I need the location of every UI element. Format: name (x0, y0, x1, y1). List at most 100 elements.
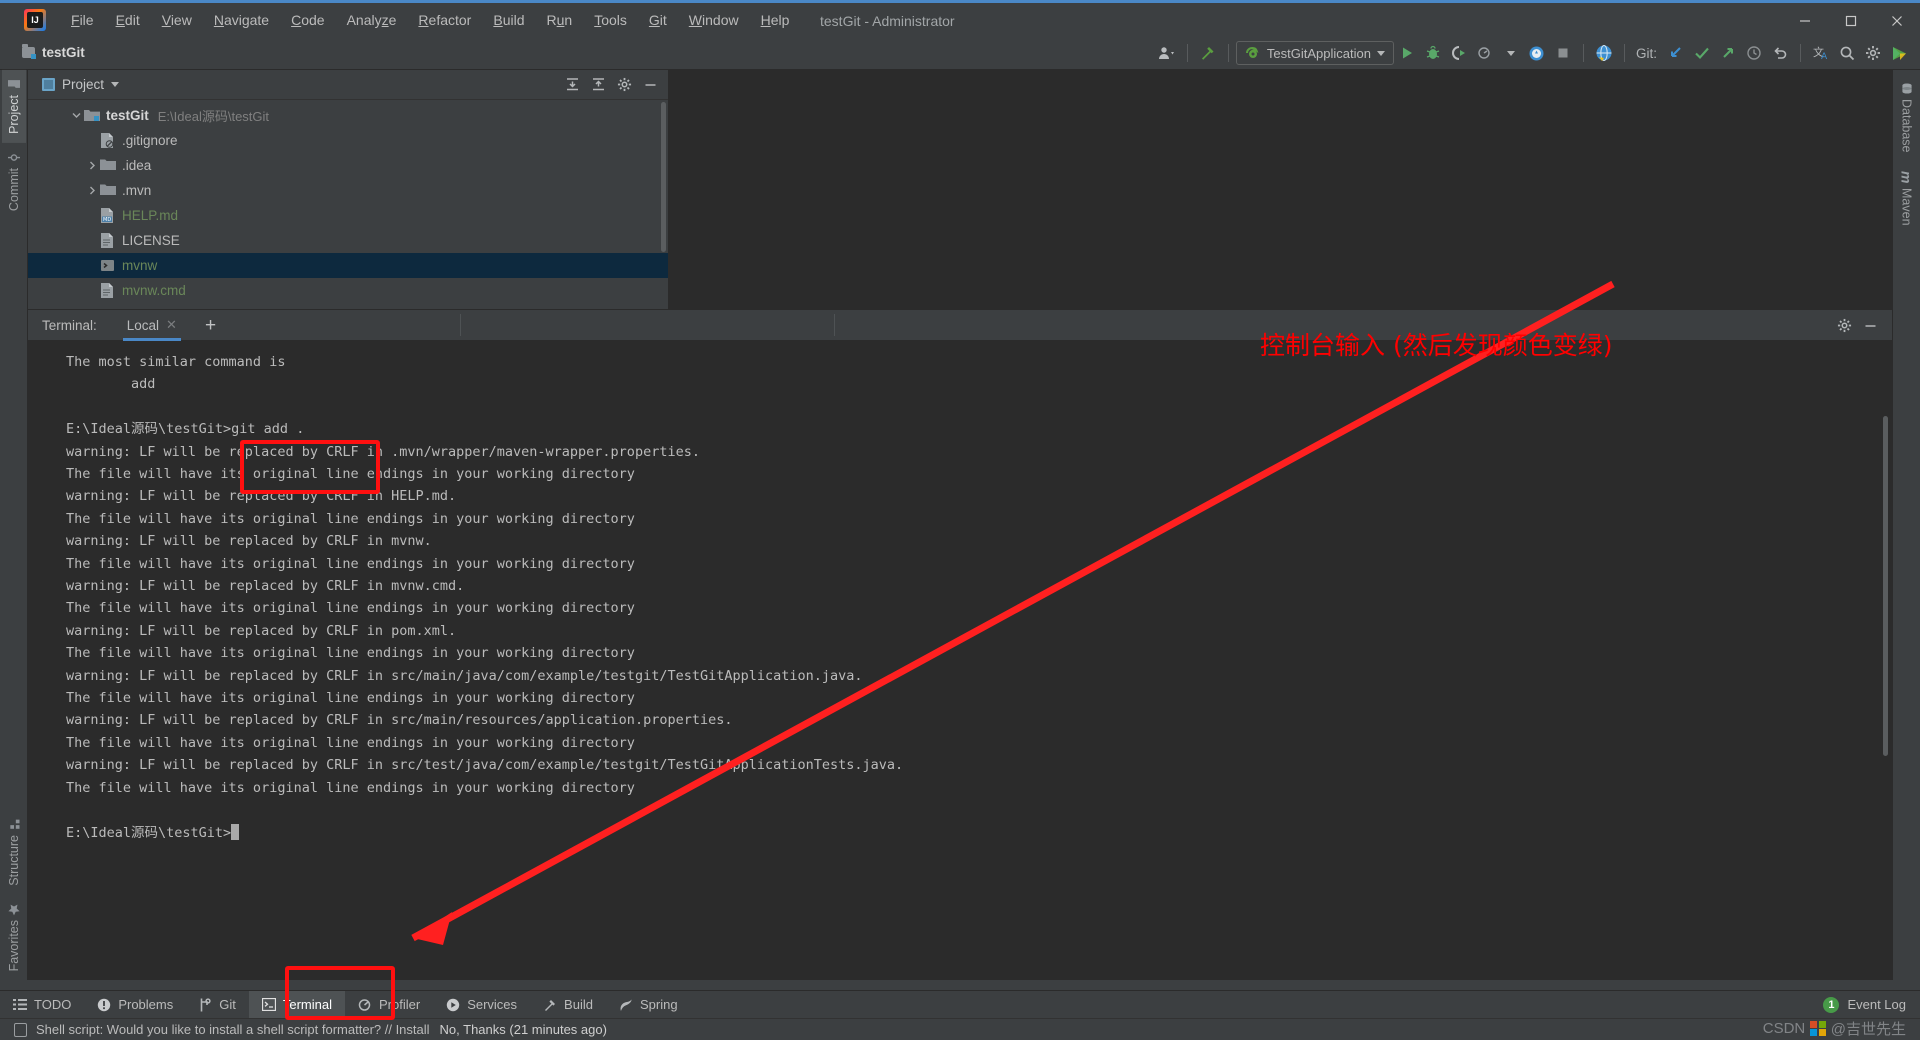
project-panel-tools (560, 73, 662, 97)
profile-dropdown-icon[interactable] (1498, 40, 1524, 66)
scrollbar-thumb[interactable] (1883, 416, 1888, 756)
run-configuration-selector[interactable]: TestGitApplication (1235, 41, 1394, 65)
bottom-tab-build[interactable]: Build (530, 991, 606, 1019)
close-icon[interactable]: ✕ (166, 317, 177, 333)
build-hammer-icon[interactable] (1195, 40, 1221, 66)
shell-script-icon (100, 258, 116, 274)
run-with-coverage-icon[interactable] (1446, 40, 1472, 66)
bottom-tab-services[interactable]: Services (433, 991, 530, 1019)
settings-gear-icon[interactable] (1832, 313, 1856, 337)
translate-icon[interactable]: 文A (1808, 40, 1834, 66)
menu-run[interactable]: Run (536, 7, 584, 33)
sidebar-item-project[interactable]: Project (1, 70, 26, 143)
sidebar-item-favorites[interactable]: Favorites (2, 895, 26, 980)
minimize-button[interactable] (1782, 3, 1828, 39)
menu-edit[interactable]: Edit (105, 7, 151, 33)
close-button[interactable] (1874, 3, 1920, 39)
hide-minimize-icon[interactable] (1858, 313, 1882, 337)
tree-node-mvnw-cmd[interactable]: mvnw.cmd (28, 278, 668, 303)
search-everywhere-globe-icon[interactable] (1591, 40, 1617, 66)
tree-node-idea[interactable]: .idea (28, 153, 668, 178)
menu-file[interactable]: FFileile (60, 7, 105, 33)
bottom-tab-terminal[interactable]: Terminal (248, 990, 345, 1019)
twisty-expanded-icon[interactable] (68, 111, 84, 120)
tree-label: HELP.md (122, 208, 179, 223)
favorites-star-icon (7, 903, 20, 915)
tree-node-mvn[interactable]: .mvn (28, 178, 668, 203)
event-log-label[interactable]: Event Log (1847, 997, 1906, 1012)
git-branch-icon (200, 997, 211, 1011)
bottom-tab-git[interactable]: Git (186, 991, 249, 1019)
tree-node-gitignore[interactable]: .gitignore (28, 128, 668, 153)
git-history-icon[interactable] (1741, 40, 1767, 66)
search-icon[interactable] (1834, 40, 1860, 66)
maximize-button[interactable] (1828, 3, 1874, 39)
tree-node-license[interactable]: LICENSE (28, 228, 668, 253)
user-settings-icon[interactable] (1154, 40, 1180, 66)
menu-window[interactable]: Window (678, 7, 750, 33)
profile-icon[interactable] (1472, 40, 1498, 66)
terminal-scrollbar[interactable] (1881, 416, 1890, 756)
menu-tools[interactable]: Tools (583, 7, 638, 33)
bottom-tab-problems[interactable]: Problems (84, 991, 186, 1019)
tree-node-help-md[interactable]: MD HELP.md (28, 203, 668, 228)
menu-view[interactable]: View (151, 7, 203, 33)
terminal-output[interactable]: The most similar command is add E:\Ideal… (28, 341, 1892, 980)
sidebar-item-favorites-label: Favorites (6, 919, 21, 971)
git-rollback-icon[interactable] (1767, 40, 1793, 66)
project-tree-scrollbar[interactable] (659, 100, 668, 309)
sidebar-item-maven[interactable]: m Maven (1894, 162, 1920, 235)
menu-help[interactable]: Help (750, 7, 801, 33)
menu-bar: FFileile Edit View Navigate Code Analyze… (60, 7, 800, 33)
twisty-collapsed-icon[interactable] (84, 186, 100, 195)
git-toolbar-label: Git: (1635, 45, 1657, 61)
sidebar-item-database[interactable]: Database (1895, 74, 1919, 162)
attach-debugger-icon[interactable] (1524, 40, 1550, 66)
terminal-prompt-text: E:\Ideal源码\testGit> (66, 824, 232, 841)
project-tree[interactable]: testGit E:\Ideal源码\testGit .gitignore .i… (28, 100, 668, 309)
terminal-tab-local[interactable]: Local ✕ (122, 310, 182, 341)
terminal-window-label: Terminal: (42, 317, 97, 333)
plugin-icon[interactable] (1886, 40, 1912, 66)
git-push-icon[interactable] (1715, 40, 1741, 66)
add-terminal-tab-button[interactable]: + (199, 316, 222, 335)
run-icon[interactable] (1394, 40, 1420, 66)
git-update-icon[interactable] (1663, 40, 1689, 66)
twisty-collapsed-icon[interactable] (84, 161, 100, 170)
menu-code[interactable]: Code (280, 7, 335, 33)
toolbar-divider-5 (1800, 44, 1801, 62)
sidebar-item-structure[interactable]: Structure (2, 810, 26, 895)
menu-build[interactable]: Build (482, 7, 535, 33)
project-tool-window: Project testGit E:\Ideal源码\testGit .giti… (28, 70, 668, 309)
expand-all-icon[interactable] (560, 73, 584, 97)
settings-gear-icon[interactable] (612, 73, 636, 97)
git-commit-icon[interactable] (1689, 40, 1715, 66)
toolbar-project-crumb[interactable]: testGit (22, 44, 85, 60)
debug-icon[interactable] (1420, 40, 1446, 66)
collapse-all-icon[interactable] (586, 73, 610, 97)
menu-analyze[interactable]: Analyze (336, 7, 408, 33)
hide-minimize-icon[interactable] (638, 73, 662, 97)
left-rail-bottom-group: Structure Favorites (2, 810, 26, 980)
menu-navigate[interactable]: Navigate (203, 7, 280, 33)
bottom-tab-label: Git (219, 997, 236, 1012)
build-hammer-icon (545, 999, 556, 1011)
toolbar-divider-4 (1623, 44, 1625, 62)
gitignore-file-icon (100, 132, 116, 149)
bottom-tab-profiler[interactable]: Profiler (345, 991, 433, 1019)
stop-icon[interactable] (1550, 40, 1576, 66)
scrollbar-thumb[interactable] (661, 102, 666, 252)
project-panel-title-group[interactable]: Project (42, 77, 120, 92)
bottom-tab-todo[interactable]: TODO (0, 991, 84, 1019)
tree-node-testgit[interactable]: testGit E:\Ideal源码\testGit (28, 103, 668, 128)
settings-gear-icon[interactable] (1860, 40, 1886, 66)
status-action-link[interactable]: No, Thanks (21 minutes ago) (440, 1022, 607, 1037)
menu-git[interactable]: Git (638, 7, 678, 33)
sidebar-item-commit[interactable]: Commit (2, 143, 26, 220)
menu-refactor[interactable]: Refactor (407, 7, 482, 33)
tree-node-mvnw[interactable]: mvnw (28, 253, 668, 278)
bottom-tab-spring[interactable]: Spring (606, 991, 691, 1019)
terminal-header-divider-2 (834, 314, 835, 336)
text-file-icon (100, 232, 116, 249)
terminal-prompt-line[interactable]: E:\Ideal源码\testGit> (66, 822, 1892, 844)
